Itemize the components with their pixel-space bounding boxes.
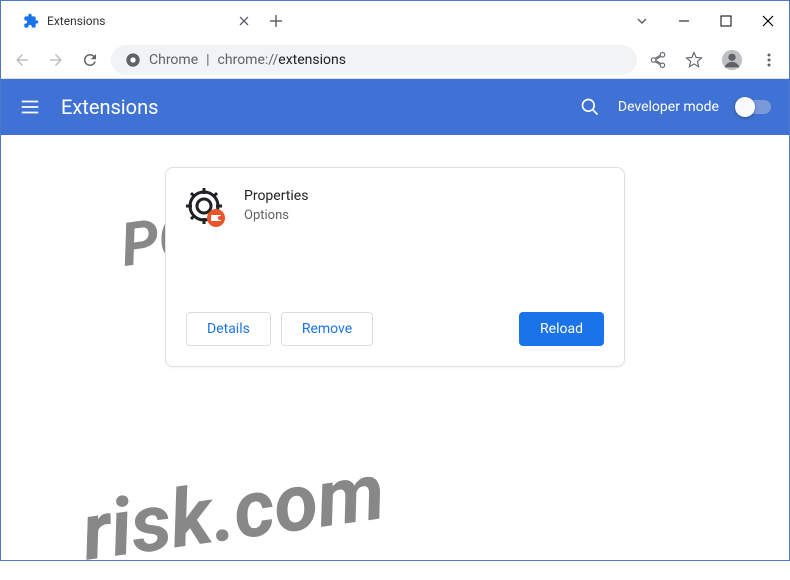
- developer-mode-label: Developer mode: [618, 99, 719, 115]
- header-right: Developer mode: [580, 97, 771, 117]
- developer-mode-toggle[interactable]: [737, 100, 771, 114]
- card-info: Properties Options: [244, 188, 604, 312]
- page-title: Extensions: [61, 95, 560, 119]
- share-icon[interactable]: [649, 51, 667, 69]
- maximize-icon[interactable]: [720, 15, 732, 27]
- minimize-icon[interactable]: [678, 15, 690, 27]
- reload-icon[interactable]: [81, 51, 99, 69]
- browser-toolbar: Chrome | chrome://extensions: [1, 41, 789, 79]
- tab-title: Extensions: [47, 14, 231, 28]
- watermark: risk.com: [76, 444, 390, 579]
- extensions-header: Extensions Developer mode: [1, 79, 789, 135]
- puzzle-icon: [23, 13, 39, 29]
- address-bar[interactable]: Chrome | chrome://extensions: [111, 45, 637, 75]
- remove-button[interactable]: Remove: [281, 312, 373, 346]
- reload-button[interactable]: Reload: [519, 312, 604, 346]
- hamburger-icon[interactable]: [19, 96, 41, 118]
- star-icon[interactable]: [685, 51, 703, 69]
- search-icon[interactable]: [580, 97, 600, 117]
- profile-icon[interactable]: [721, 49, 743, 71]
- browser-tab[interactable]: Extensions: [11, 4, 261, 38]
- chrome-logo-icon: [125, 52, 141, 68]
- address-divider: |: [206, 52, 209, 68]
- extension-card: Properties Options Details Remove Reload: [165, 167, 625, 367]
- caret-down-icon[interactable]: [636, 15, 648, 27]
- address-host: Chrome: [149, 52, 198, 68]
- extension-icon: [186, 188, 226, 228]
- details-button[interactable]: Details: [186, 312, 271, 346]
- close-icon[interactable]: [762, 15, 774, 27]
- extension-name: Properties: [244, 188, 604, 204]
- card-top: Properties Options: [186, 188, 604, 312]
- tab-close-icon[interactable]: [239, 16, 249, 26]
- content-area: PC risk.com: [1, 135, 789, 560]
- forward-icon[interactable]: [47, 51, 65, 69]
- toolbar-icons: [649, 49, 777, 71]
- tab-bar: Extensions: [11, 1, 283, 41]
- card-actions: Details Remove Reload: [186, 312, 604, 346]
- back-icon[interactable]: [13, 51, 31, 69]
- extension-description: Options: [244, 208, 604, 223]
- new-tab-icon[interactable]: [269, 14, 283, 28]
- menu-icon[interactable]: [761, 52, 777, 68]
- address-path: chrome://extensions: [218, 52, 346, 68]
- nav-buttons: [13, 51, 99, 69]
